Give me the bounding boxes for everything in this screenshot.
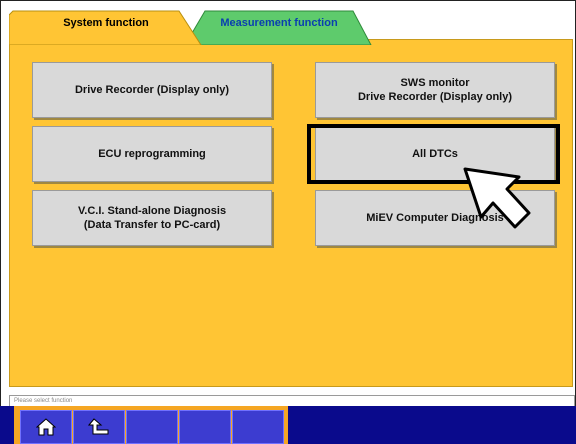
app-window: Measurement function System function Dri… (0, 0, 576, 444)
tab-system-function[interactable]: System function (9, 9, 203, 45)
back-arrow-icon (88, 418, 109, 435)
home-button[interactable] (20, 410, 72, 444)
taskbar-empty-button-2[interactable] (179, 410, 231, 444)
tab-system-label: System function (63, 17, 149, 29)
status-message: Please select function (14, 398, 73, 404)
back-button[interactable] (73, 410, 125, 444)
tab-measurement-function[interactable]: Measurement function (185, 9, 373, 45)
taskbar-empty-button-1[interactable] (126, 410, 178, 444)
tab-bar: Measurement function System function (1, 1, 575, 45)
taskbar-empty-button-3[interactable] (232, 410, 284, 444)
vci-standalone-diagnosis-button[interactable]: V.C.I. Stand-alone Diagnosis (Data Trans… (32, 190, 272, 246)
sws-monitor-button[interactable]: SWS monitor Drive Recorder (Display only… (315, 62, 555, 118)
tab-measurement-label: Measurement function (220, 17, 338, 29)
ecu-reprogramming-button[interactable]: ECU reprogramming (32, 126, 272, 182)
home-icon (36, 418, 56, 436)
pointer-cursor-icon (463, 167, 531, 229)
drive-recorder-button[interactable]: Drive Recorder (Display only) (32, 62, 272, 118)
